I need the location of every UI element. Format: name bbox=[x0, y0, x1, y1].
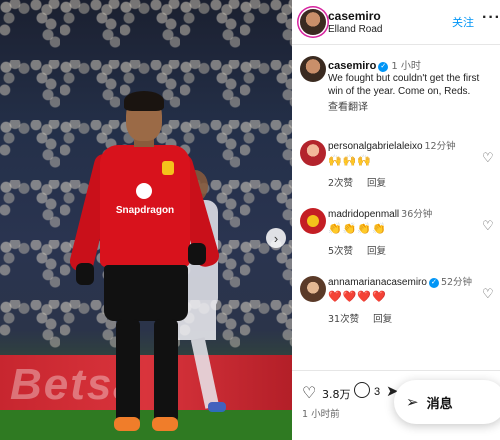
sponsor-logo bbox=[136, 183, 152, 199]
comment-time: 52分钟 bbox=[440, 277, 473, 288]
comment-likes[interactable]: 31次赞 bbox=[328, 314, 359, 325]
commenter-avatar[interactable] bbox=[300, 208, 326, 234]
reply-button[interactable]: 回复 bbox=[367, 178, 386, 189]
comment-likes[interactable]: 2次赞 bbox=[328, 178, 353, 189]
messages-label: 消息 bbox=[426, 396, 453, 412]
commenter-avatar[interactable] bbox=[300, 140, 326, 166]
caption-avatar[interactable] bbox=[300, 56, 326, 82]
commenter-avatar[interactable] bbox=[300, 276, 326, 302]
comment-time: 12分钟 bbox=[424, 141, 456, 152]
post-photo[interactable]: Betsa Snapdragon › bbox=[0, 0, 292, 440]
post-header: casemiro Elland Road 关注 ··· bbox=[292, 0, 500, 44]
follow-button[interactable]: 关注 bbox=[452, 14, 474, 30]
comment-header: annamarianacasemiro ✓ 52分钟 bbox=[328, 274, 472, 288]
see-translation-link[interactable]: 查看翻译 bbox=[328, 98, 368, 113]
comment-username[interactable]: personalgabrielaleixo bbox=[328, 141, 423, 152]
club-badge bbox=[162, 161, 174, 175]
reply-button[interactable]: 回复 bbox=[367, 246, 386, 257]
comment-like-icon[interactable]: ♡ bbox=[482, 150, 494, 166]
comment-text: ❤️❤️❤️❤️ bbox=[328, 291, 387, 303]
comment-like-icon[interactable]: ♡ bbox=[482, 218, 494, 234]
header-divider bbox=[292, 44, 500, 45]
sponsor-text: Snapdragon bbox=[115, 205, 175, 216]
comment-item: madridopenmall 36分钟 👏👏👏👏 5次赞 回复 ♡ bbox=[292, 206, 500, 266]
caption-text: We fought but couldn't get the first win… bbox=[328, 73, 480, 97]
verified-icon: ✓ bbox=[378, 62, 389, 72]
comment-header: madridopenmall 36分钟 bbox=[328, 206, 432, 220]
comments-count: 3 bbox=[374, 386, 381, 398]
author-username[interactable]: casemiro bbox=[328, 9, 381, 23]
author-avatar[interactable] bbox=[300, 9, 326, 35]
post-location[interactable]: Elland Road bbox=[328, 24, 382, 35]
comment-username[interactable]: annamarianacasemiro bbox=[328, 277, 427, 288]
messages-button[interactable]: ➢ 消息 bbox=[394, 380, 500, 424]
comment-time: 36分钟 bbox=[401, 209, 433, 220]
comment-meta: 5次赞 回复 bbox=[328, 243, 400, 257]
comment-item: annamarianacasemiro ✓ 52分钟 ❤️❤️❤️❤️ 31次赞 回复… bbox=[292, 274, 500, 334]
comment-username[interactable]: madridopenmall bbox=[328, 209, 399, 220]
reply-button[interactable]: 回复 bbox=[373, 314, 392, 325]
comment-meta: 31次赞 回复 bbox=[328, 311, 406, 325]
comment-likes[interactable]: 5次赞 bbox=[328, 246, 353, 257]
verified-icon: ✓ bbox=[428, 278, 439, 288]
comment-header: personalgabrielaleixo 12分钟 bbox=[328, 138, 456, 152]
comment-text: 👏👏👏👏 bbox=[328, 223, 387, 235]
caption-username-row: casemiro ✓ 1 小时 bbox=[328, 57, 421, 72]
comment-item: personalgabrielaleixo 12分钟 🙌🙌🙌 2次赞 回复 ♡ bbox=[292, 138, 500, 198]
actions-divider bbox=[292, 370, 500, 371]
like-icon[interactable]: ♡ bbox=[302, 383, 316, 403]
likes-count[interactable]: 3.8万 bbox=[322, 386, 351, 402]
comment-icon[interactable] bbox=[354, 382, 370, 398]
caption-time: 1 小时 bbox=[391, 61, 421, 72]
comment-text: 🙌🙌🙌 bbox=[328, 155, 373, 167]
chevron-right-icon[interactable]: › bbox=[266, 228, 286, 248]
post-panel: casemiro Elland Road 关注 ··· casemiro ✓ 1 小… bbox=[292, 0, 500, 440]
post-time: 1 小时前 bbox=[302, 409, 340, 420]
send-icon: ➢ bbox=[406, 394, 419, 411]
main-player: Snapdragon bbox=[67, 91, 222, 440]
more-icon[interactable]: ··· bbox=[482, 9, 500, 27]
comment-meta: 2次赞 回复 bbox=[328, 175, 400, 189]
comment-like-icon[interactable]: ♡ bbox=[482, 286, 494, 302]
caption-username[interactable]: casemiro bbox=[328, 60, 376, 72]
